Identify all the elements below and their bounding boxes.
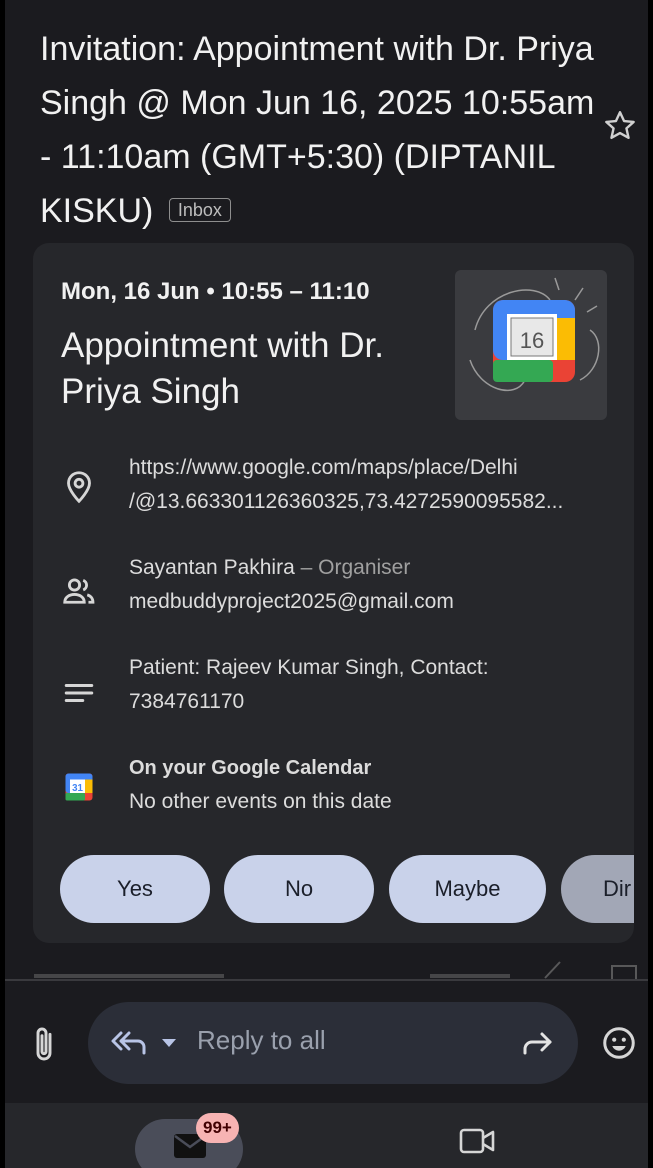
forward-icon[interactable] [520, 1028, 554, 1058]
event-location-row[interactable]: https://www.google.com/maps/place/Delhi … [33, 451, 634, 531]
organiser-email[interactable]: medbuddyproject2025@gmail.com [129, 585, 619, 619]
star-icon[interactable] [602, 108, 638, 144]
calendar-day-number: 16 [520, 328, 544, 353]
attachment-icon[interactable] [28, 1025, 60, 1065]
google-calendar-icon: 31 [65, 773, 93, 801]
meet-video-icon[interactable] [458, 1125, 496, 1157]
location-pin-icon [67, 471, 91, 504]
chevron-down-icon[interactable] [160, 1036, 178, 1050]
organiser-role: – Organiser [294, 556, 411, 579]
organiser-row: Sayantan Pakhira – Organiser medbuddypro… [33, 551, 634, 631]
description-line-2: 7384761170 [129, 690, 245, 713]
partially-hidden-content [0, 958, 653, 980]
location-line-2[interactable]: /@13.663301126360325,73.4272590095582... [129, 485, 619, 519]
screen-edge-right [648, 0, 653, 1168]
description-row: Patient: Rajeev Kumar Singh, Contact: 73… [33, 651, 634, 731]
event-title: Appointment with Dr. Priya Singh [61, 326, 384, 411]
people-icon [63, 578, 95, 604]
rsvp-maybe-button[interactable]: Maybe [389, 855, 546, 923]
description-line-1: Patient: Rajeev Kumar Singh, Contact: [129, 656, 489, 679]
organiser-name: Sayantan Pakhira [129, 556, 295, 579]
inbox-label[interactable]: Inbox [168, 198, 231, 223]
reply-placeholder: Reply to all [197, 1025, 326, 1055]
rsvp-no-button[interactable]: No [224, 855, 374, 923]
emoji-icon[interactable] [601, 1025, 637, 1061]
event-date-time: Mon, 16 Jun • 10:55 – 11:10 [61, 278, 370, 305]
bottom-navigation: 99+ [0, 1103, 653, 1168]
email-screen: Invitation: Appointment with Dr. Priya S… [0, 0, 653, 1168]
calendar-status-row[interactable]: 31 On your Google Calendar No other even… [33, 751, 634, 831]
calendar-invite-card: Mon, 16 Jun • 10:55 – 11:10 Appointment … [33, 243, 634, 943]
reply-input[interactable]: Reply to all [88, 1002, 578, 1084]
calendar-illustration: 16 [455, 270, 607, 420]
reply-bar: Reply to all [0, 981, 653, 1103]
mail-unread-badge: 99+ [196, 1113, 239, 1143]
calendar-icon-number: 31 [72, 783, 83, 794]
screen-edge-left [0, 0, 5, 1168]
location-line-1[interactable]: https://www.google.com/maps/place/Delhi [129, 451, 619, 485]
rsvp-yes-button[interactable]: Yes [60, 855, 210, 923]
rsvp-more-button[interactable]: Dir [561, 855, 634, 923]
calendar-heading: On your Google Calendar [129, 757, 372, 779]
reply-all-icon[interactable] [110, 1028, 150, 1058]
organiser-line: Sayantan Pakhira – Organiser [129, 551, 619, 585]
email-subject: Invitation: Appointment with Dr. Priya S… [40, 22, 600, 238]
calendar-status-text: No other events on this date [129, 790, 392, 813]
google-calendar-logo-icon: 16 [469, 277, 600, 391]
notes-icon [64, 684, 94, 702]
subject-text: Invitation: Appointment with Dr. Priya S… [40, 30, 595, 230]
